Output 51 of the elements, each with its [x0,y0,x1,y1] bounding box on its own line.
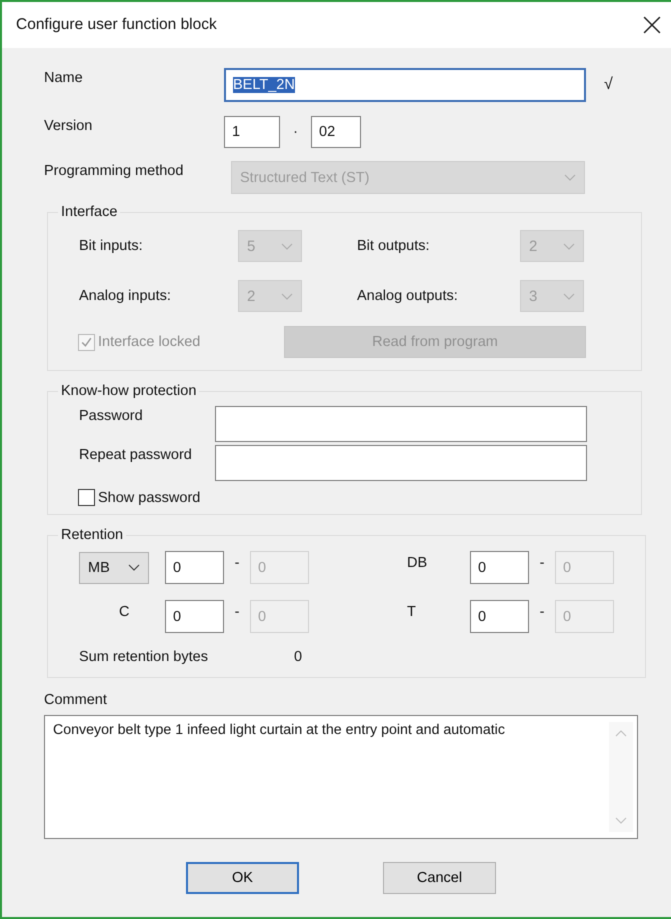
show-password-checkbox[interactable]: Show password [48,489,641,506]
area-label: C [118,604,130,622]
area-dropdown[interactable]: MB [79,552,149,584]
end-field: 0 [250,600,309,633]
group-title: Retention [60,527,124,543]
sum-value: 0 [294,649,302,665]
chevron-down-icon [563,242,575,250]
chevron-down-icon [281,292,293,300]
chevron-down-icon [128,564,140,571]
field-label: Version [44,117,94,134]
version-separator: · [292,123,299,142]
sum-label: Sum retention bytes [79,649,209,665]
comment-field[interactable]: Conveyor belt type 1 infeed light curtain at the entry point and automatic [44,715,638,839]
range-separator: - [538,604,546,622]
end-field: 0 [250,551,309,584]
end-field: 0 [555,600,614,633]
repeat-password-field[interactable] [215,445,587,481]
chevron-down-icon [564,174,576,181]
chevron-down-icon [563,292,575,300]
area-label: DB [406,554,428,572]
field-label: Analog inputs: [79,288,172,304]
start-field[interactable]: 0 [470,600,529,633]
field-label: Repeat password [79,446,193,463]
version-major-field[interactable]: 1 [224,116,280,148]
cancel-button[interactable]: Cancel [383,862,496,894]
range-separator: - [234,554,240,572]
end-field: 0 [555,551,614,584]
field-label: Analog outputs: [357,288,459,304]
start-field[interactable]: 0 [470,551,529,584]
chevron-down-icon [281,242,293,250]
check-icon [80,336,93,348]
start-field[interactable]: 0 [165,551,224,584]
password-field[interactable] [215,406,587,442]
field-label: Password [79,407,144,424]
field-label: Name [44,69,84,86]
name-field[interactable]: BELT_2N [224,68,586,102]
valid-mark: √ [604,76,613,94]
field-label: Programming method [44,162,184,179]
ok-button[interactable]: OK [186,862,299,894]
group-title: Know-how protection [60,383,198,399]
window-title: Configure user function block [16,16,217,34]
range-separator: - [234,604,240,622]
field-label: Comment [44,692,108,708]
range-separator: - [538,554,546,572]
group-title: Interface [60,204,118,220]
field-label: Bit inputs: [79,238,144,254]
close-icon[interactable] [643,16,661,34]
field-label: Bit outputs: [357,238,431,254]
version-minor-field[interactable]: 02 [311,116,361,148]
start-field[interactable]: 0 [165,600,224,633]
area-label: T [406,604,416,622]
